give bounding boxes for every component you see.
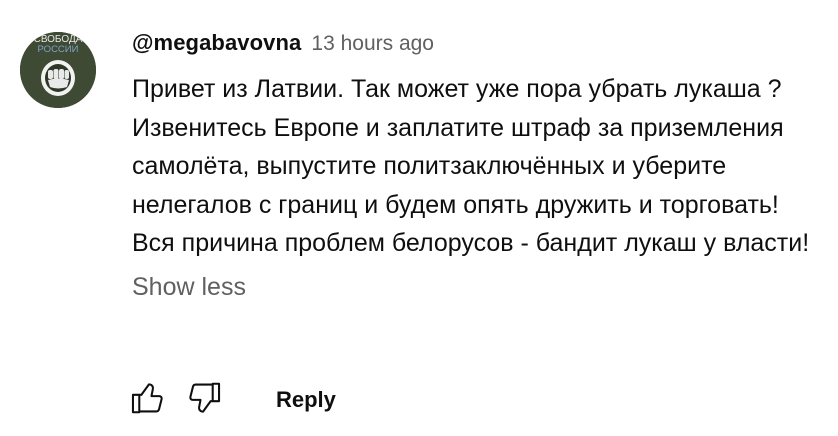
comment-text: Привет из Латвии. Так может уже пора убр… bbox=[132, 75, 810, 257]
author-name[interactable]: @megabavovna bbox=[132, 30, 301, 56]
comment-thread: СВОБОДА РОССИИ @megabavovna 13 hours ago… bbox=[0, 0, 838, 436]
dislike-button[interactable] bbox=[182, 378, 226, 422]
reply-button[interactable]: Reply bbox=[276, 387, 336, 413]
thumbs-down-icon bbox=[185, 379, 223, 422]
avatar-text-line2: РОССИИ bbox=[38, 44, 79, 55]
thumbs-up-icon bbox=[129, 379, 167, 422]
fist-icon bbox=[41, 60, 75, 96]
like-button[interactable] bbox=[126, 378, 170, 422]
comment-timestamp[interactable]: 13 hours ago bbox=[311, 32, 434, 56]
comment-body: @megabavovna 13 hours ago Привет из Латв… bbox=[132, 30, 822, 302]
avatar[interactable]: СВОБОДА РОССИИ bbox=[20, 32, 96, 108]
comment-header: @megabavovna 13 hours ago bbox=[132, 30, 822, 60]
comment-actions: Reply bbox=[126, 378, 336, 422]
show-less-button[interactable]: Show less bbox=[132, 273, 246, 302]
